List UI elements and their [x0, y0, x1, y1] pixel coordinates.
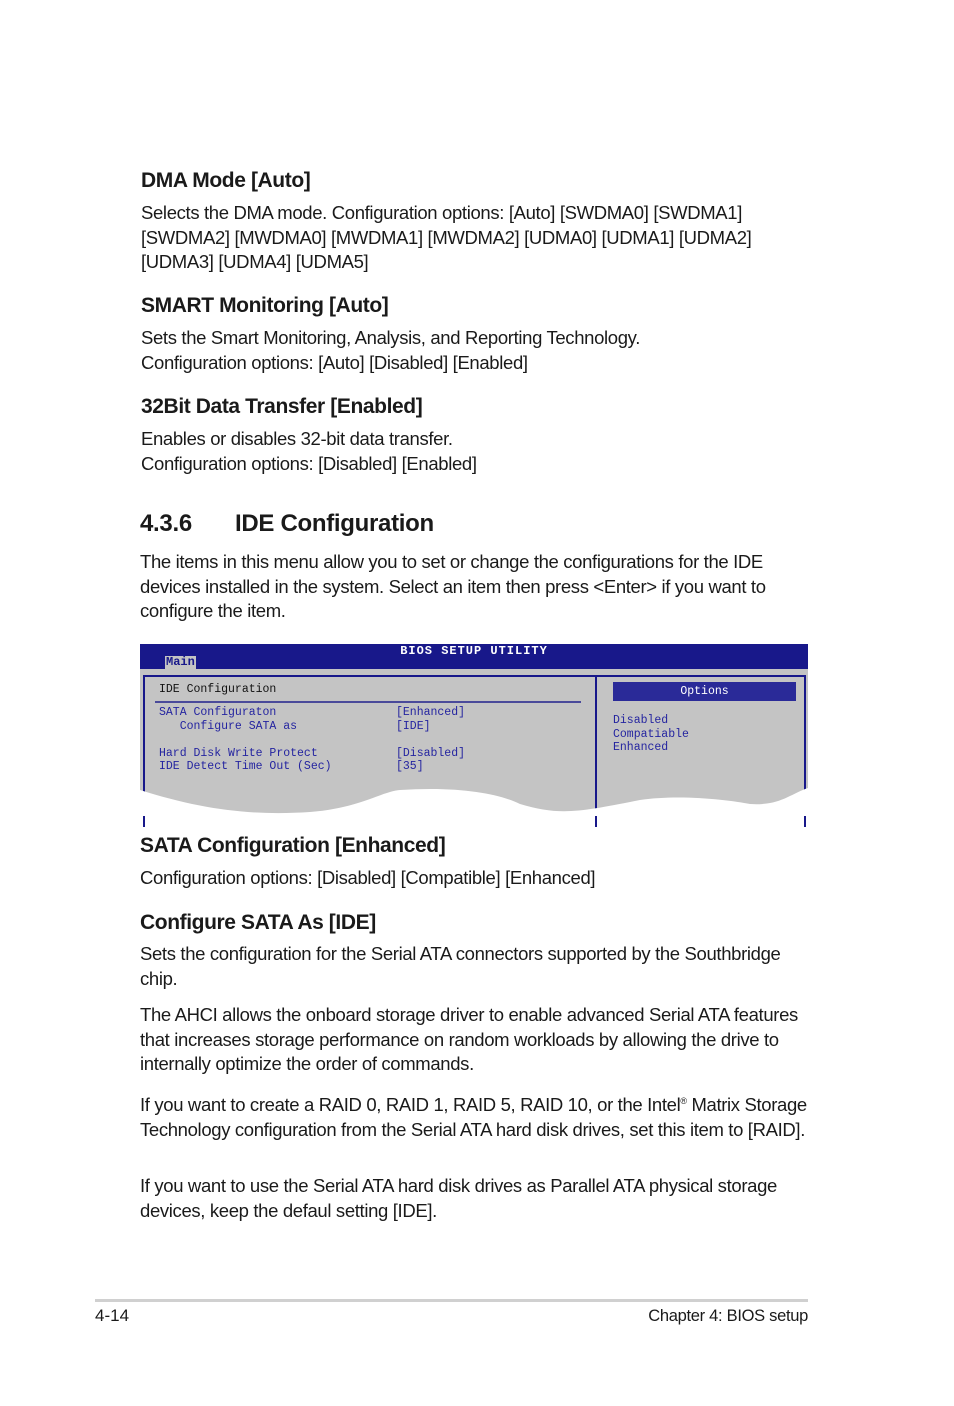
heading-configure-sata-as: Configure SATA As [IDE]	[140, 911, 376, 934]
configure-sata-p1: Sets the configuration for the Serial AT…	[140, 943, 781, 989]
smart-line-1: Sets the Smart Monitoring, Analysis, and…	[141, 327, 640, 348]
configure-sata-p3: If you want to create a RAID 0, RAID 1, …	[140, 1089, 820, 1142]
32bit-description: Enables or disables 32-bit data transfer…	[141, 427, 821, 476]
section-number: 4.3.6	[140, 510, 192, 537]
smart-line-2: Configuration options: [Auto] [Disabled]…	[141, 351, 528, 373]
torn-edge	[140, 788, 808, 816]
footer-rule	[95, 1299, 808, 1302]
section-intro: The items in this menu allow you to set …	[140, 551, 766, 621]
bios-screenshot: BIOS SETUP UTILITY Main IDE Configuratio…	[140, 644, 808, 827]
32bit-line-1: Enables or disables 32-bit data transfer…	[141, 428, 453, 449]
configure-sata-p4: If you want to use the Serial ATA hard d…	[140, 1175, 777, 1221]
32bit-line-2: Configuration options: [Disabled] [Enabl…	[141, 452, 477, 474]
heading-32bit-transfer: 32Bit Data Transfer [Enabled]	[141, 395, 423, 418]
chapter-label: Chapter 4: BIOS setup	[648, 1307, 808, 1325]
smart-description: Sets the Smart Monitoring, Analysis, and…	[141, 326, 821, 375]
p3-text-a: If you want to create a RAID 0, RAID 1, …	[140, 1094, 681, 1116]
heading-smart-monitoring: SMART Monitoring [Auto]	[141, 294, 389, 317]
sata-configuration-description: Configuration options: [Disabled] [Compa…	[140, 867, 596, 888]
dma-mode-description: Selects the DMA mode. Configuration opti…	[141, 202, 752, 272]
section-title: IDE Configuration	[235, 510, 434, 537]
heading-sata-configuration: SATA Configuration [Enhanced]	[140, 834, 446, 857]
page-number: 4-14	[95, 1306, 130, 1325]
heading-dma-mode: DMA Mode [Auto]	[141, 169, 311, 192]
configure-sata-p2: The AHCI allows the onboard storage driv…	[140, 1004, 798, 1074]
document-page: DMA Mode [Auto] Selects the DMA mode. Co…	[0, 0, 954, 1406]
